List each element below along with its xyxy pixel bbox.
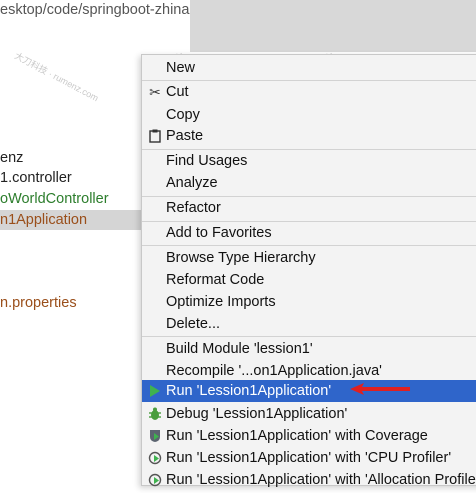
menu-item-new[interactable]: New — [142, 57, 476, 79]
menu-item-run-with-coverage[interactable]: Run 'Lession1Application' with Coverage — [142, 425, 476, 447]
menu-item-run[interactable]: Run 'Lession1Application' — [142, 380, 476, 402]
menu-item-find-usages[interactable]: Find Usages — [142, 150, 476, 172]
menu-separator — [142, 336, 476, 337]
clipboard-icon — [147, 125, 163, 147]
menu-item-refactor[interactable]: Refactor — [142, 197, 476, 219]
editor-background — [190, 0, 476, 52]
tree-item-controller[interactable]: 1.controller — [0, 168, 72, 188]
menu-item-run-with-allocation-profiler[interactable]: Run 'Lession1Application' with 'Allocati… — [142, 469, 476, 491]
menu-item-add-to-favorites[interactable]: Add to Favorites — [142, 222, 476, 244]
coverage-icon — [147, 425, 163, 447]
menu-item-analyze[interactable]: Analyze — [142, 172, 476, 194]
menu-item-copy[interactable]: Copy — [142, 104, 476, 126]
menu-item-paste[interactable]: Paste — [142, 125, 476, 147]
context-menu: New ✂ Cut Copy Paste Find Usages Analyze… — [141, 54, 476, 488]
menu-item-delete[interactable]: Delete... — [142, 313, 476, 335]
menu-item-optimize-imports[interactable]: Optimize Imports — [142, 291, 476, 313]
menu-item-browse-type-hierarchy[interactable]: Browse Type Hierarchy — [142, 247, 476, 269]
menu-item-cut[interactable]: ✂ Cut — [142, 81, 476, 103]
profiler-icon — [147, 469, 163, 491]
menu-item-debug[interactable]: Debug 'Lession1Application' — [142, 403, 476, 425]
debug-icon — [147, 403, 163, 425]
run-icon — [147, 380, 163, 402]
menu-item-run-with-cpu-profiler[interactable]: Run 'Lession1Application' with 'CPU Prof… — [142, 447, 476, 469]
profiler-icon — [147, 447, 163, 469]
red-arrow-annotation — [350, 383, 410, 395]
menu-item-build-module[interactable]: Build Module 'lession1' — [142, 338, 476, 360]
menu-item-recompile[interactable]: Recompile '...on1Application.java' — [142, 360, 476, 382]
tree-item-helloworld-controller[interactable]: oWorldController — [0, 189, 109, 209]
tree-item-package[interactable]: enz — [0, 148, 23, 168]
scissors-icon: ✂ — [149, 84, 161, 100]
project-path: esktop/code/springboot-zhina — [0, 2, 190, 18]
menu-separator — [142, 245, 476, 246]
menu-item-reformat-code[interactable]: Reformat Code — [142, 269, 476, 291]
tree-item-properties[interactable]: n.properties — [0, 293, 77, 313]
